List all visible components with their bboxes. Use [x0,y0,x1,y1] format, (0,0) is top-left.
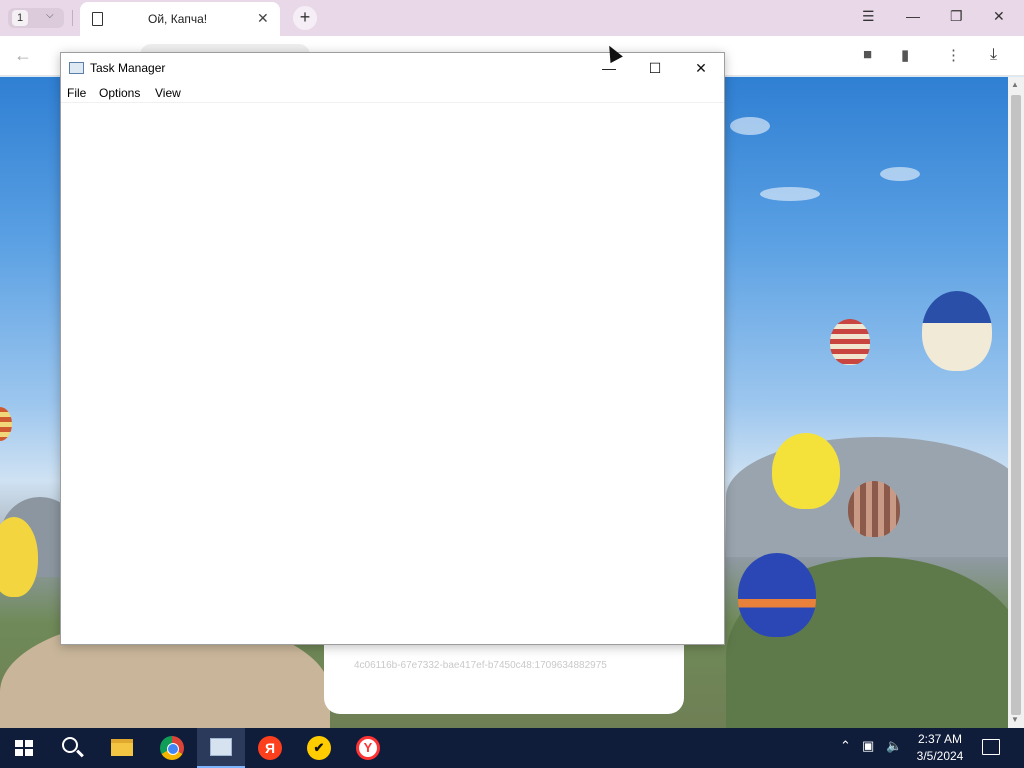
tab-active[interactable]: Ой, Капча! ✕ [80,2,280,36]
task-manager-taskbar-button[interactable] [197,728,245,768]
task-manager-content [61,104,724,644]
browser-minimize-icon[interactable]: — [906,8,920,24]
system-clock[interactable]: 2:37 AM 3/5/2024 [908,731,972,765]
balloon [922,291,992,371]
back-arrow-icon[interactable]: ← [14,45,32,66]
taskbar: Я ✔ Y ⌃ ▣ 🔈 2:37 AM 3/5/2024 [0,728,1024,768]
captcha-card: 4c06116b-67e7332-bae417ef-b7450c48:17096… [324,642,684,714]
browser-menu-icon[interactable]: ☰ [862,8,875,25]
tab-counter-button[interactable]: 1 ⌵ [8,8,64,28]
bookmark-icon[interactable]: ▮ [901,46,909,64]
task-manager-window: Task Manager — ☐ ✕ File Options View [60,52,725,645]
file-explorer-icon[interactable] [111,739,133,756]
menu-file[interactable]: File [67,86,86,100]
chrome-icon[interactable] [160,736,184,760]
tab-close-icon[interactable]: ✕ [257,10,269,27]
cloud [730,117,770,135]
cloud [880,167,920,181]
browser-tab-bar: 1 ⌵ Ой, Капча! ✕ + ☰ — ❐ ✕ [0,0,1024,36]
chat-icon[interactable]: ■ [863,46,872,63]
volume-muted-icon[interactable]: 🔈 [886,738,902,754]
yandex-icon[interactable]: Я [258,736,282,760]
menu-view[interactable]: View [155,86,181,100]
network-icon[interactable]: ▣ [862,738,874,754]
balloon [772,433,840,509]
notifications-icon[interactable] [982,739,1000,755]
search-button[interactable] [48,728,96,768]
page-scrollbar[interactable]: ▲ ▼ [1008,77,1024,728]
balloon [0,407,12,441]
menu-options[interactable]: Options [99,86,140,100]
download-icon[interactable]: ⤓ [990,46,997,64]
minimize-icon: — [602,60,616,76]
tab-count: 1 [12,10,28,26]
tab-title: Ой, Капча! [148,12,208,26]
search-icon [62,737,78,753]
menu-bar: File Options View [61,83,724,103]
task-manager-icon [69,62,84,74]
scroll-up-icon[interactable]: ▲ [1011,80,1019,89]
maximize-button[interactable]: ☐ [632,53,678,83]
captcha-request-id: 4c06116b-67e7332-bae417ef-b7450c48:17096… [354,660,607,671]
chevron-up-icon[interactable]: ⌃ [840,738,851,754]
browser-close-icon[interactable]: ✕ [993,8,1005,25]
close-icon: ✕ [695,60,707,76]
scroll-down-icon[interactable]: ▼ [1011,715,1019,724]
task-manager-titlebar[interactable]: Task Manager — ☐ ✕ [61,53,724,83]
more-options-icon[interactable]: ⋮ [946,46,961,64]
new-tab-button[interactable]: + [293,6,317,30]
cloud [760,187,820,201]
browser-restore-icon[interactable]: ❐ [950,8,963,25]
task-manager-icon [210,738,232,756]
maximize-icon: ☐ [648,60,662,76]
start-icon [15,740,33,756]
balloon [830,319,870,365]
chevron-down-icon: ⌵ [46,10,54,21]
balloon [738,553,816,637]
balloon [848,481,900,537]
document-icon [92,12,103,26]
yandex-market-icon[interactable]: ✔ [307,736,331,760]
clock-date: 3/5/2024 [916,749,964,763]
close-button[interactable]: ✕ [678,53,724,83]
start-button[interactable] [0,728,48,768]
window-title: Task Manager [90,61,166,75]
clock-time: 2:37 AM [917,732,963,746]
yandex-browser-icon[interactable]: Y [356,736,380,760]
scrollbar-thumb[interactable] [1011,95,1021,715]
tab-divider [72,10,73,26]
